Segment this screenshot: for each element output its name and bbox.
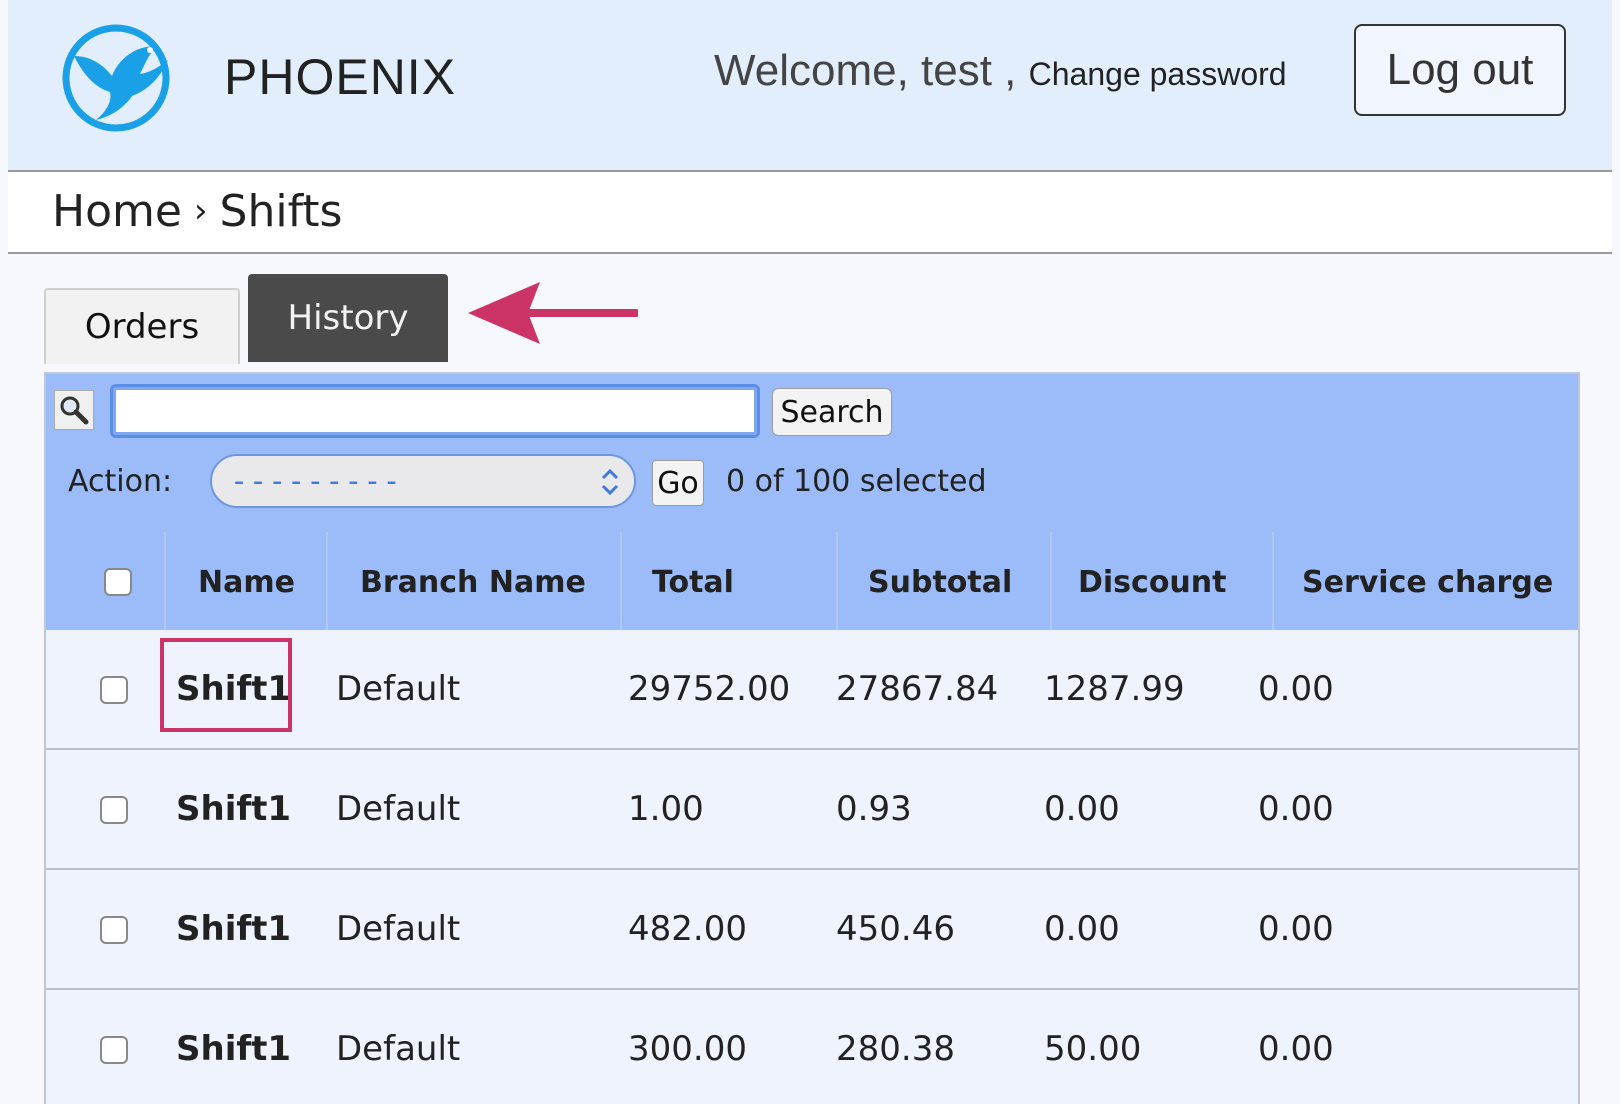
row-discount: 50.00 — [1044, 1029, 1142, 1069]
action-label: Action: — [68, 464, 173, 499]
annotation-arrow-icon — [468, 282, 638, 344]
welcome-separator: , — [991, 46, 1029, 95]
row-name-link[interactable]: Shift1 — [176, 750, 291, 868]
row-subtotal: 0.93 — [836, 789, 912, 829]
row-total: 482.00 — [628, 909, 747, 949]
row-discount: 0.00 — [1044, 789, 1120, 829]
row-total: 29752.00 — [628, 669, 791, 709]
select-updown-icon — [601, 468, 619, 496]
select-all-checkbox[interactable] — [104, 568, 132, 596]
toolbar: Search Action: --------- Go 0 of 100 sel… — [46, 374, 1578, 630]
row-name-link[interactable]: Shift1 — [176, 870, 291, 988]
column-header-total[interactable]: Total — [652, 542, 832, 622]
column-divider — [1272, 532, 1274, 630]
breadcrumb-current: Shifts — [219, 186, 343, 237]
breadcrumb-home-link[interactable]: Home — [52, 186, 182, 237]
row-checkbox[interactable] — [100, 916, 128, 944]
row-discount: 1287.99 — [1044, 669, 1185, 709]
row-subtotal: 450.46 — [836, 909, 955, 949]
tab-orders[interactable]: Orders — [44, 288, 240, 364]
brand-name: PHOENIX — [224, 49, 457, 105]
column-header-subtotal[interactable]: Subtotal — [868, 542, 1048, 622]
top-header: PHOENIX Welcome, test , Change password … — [8, 0, 1612, 172]
action-select-value: --------- — [230, 464, 402, 499]
table-row: Shift1 Default 29752.00 27867.84 1287.99… — [46, 630, 1578, 750]
row-service-charge: 0.00 — [1258, 909, 1334, 949]
action-select[interactable]: --------- — [210, 454, 636, 508]
magnifier-icon — [54, 390, 94, 430]
row-checkbox[interactable] — [100, 676, 128, 704]
phoenix-logo-icon — [62, 24, 170, 132]
row-discount: 0.00 — [1044, 909, 1120, 949]
column-header-name[interactable]: Name — [198, 542, 318, 622]
logout-button[interactable]: Log out — [1354, 24, 1566, 116]
search-input[interactable] — [110, 384, 760, 438]
breadcrumb-bar: Home › Shifts — [8, 172, 1612, 254]
column-divider — [836, 532, 838, 630]
row-checkbox[interactable] — [100, 1036, 128, 1064]
column-header-service-charge[interactable]: Service charge — [1302, 542, 1578, 622]
row-subtotal: 280.38 — [836, 1029, 955, 1069]
column-divider — [326, 532, 328, 630]
page: PHOENIX Welcome, test , Change password … — [0, 0, 1620, 1104]
search-button[interactable]: Search — [772, 388, 892, 436]
breadcrumb-separator: › — [193, 191, 208, 231]
tab-history[interactable]: History — [248, 274, 448, 362]
row-checkbox[interactable] — [100, 796, 128, 824]
go-button[interactable]: Go — [652, 460, 704, 506]
row-branch: Default — [336, 1029, 461, 1069]
table-row: Shift1 Default 482.00 450.46 0.00 0.00 — [46, 870, 1578, 990]
table-row: Shift1 Default 300.00 280.38 50.00 0.00 — [46, 990, 1578, 1104]
column-divider — [164, 532, 166, 630]
username: test — [921, 46, 992, 95]
column-divider — [620, 532, 622, 630]
row-subtotal: 27867.84 — [836, 669, 999, 709]
row-service-charge: 0.00 — [1258, 789, 1334, 829]
row-service-charge: 0.00 — [1258, 1029, 1334, 1069]
table-row: Shift1 Default 1.00 0.93 0.00 0.00 — [46, 750, 1578, 870]
breadcrumb: Home › Shifts — [52, 186, 342, 237]
row-service-charge: 0.00 — [1258, 669, 1334, 709]
row-total: 1.00 — [628, 789, 704, 829]
welcome-text: Welcome, test , Change password — [714, 46, 1287, 96]
selected-count: 0 of 100 selected — [726, 464, 987, 499]
row-total: 300.00 — [628, 1029, 747, 1069]
row-branch: Default — [336, 669, 461, 709]
column-divider — [1050, 532, 1052, 630]
column-header-branch-name[interactable]: Branch Name — [360, 542, 610, 622]
row-name-link[interactable]: Shift1 — [176, 990, 291, 1104]
row-branch: Default — [336, 909, 461, 949]
column-header-discount[interactable]: Discount — [1078, 542, 1268, 622]
row-name-link[interactable]: Shift1 — [176, 630, 291, 748]
change-password-link[interactable]: Change password — [1029, 56, 1287, 92]
changelist-panel: Search Action: --------- Go 0 of 100 sel… — [44, 372, 1580, 1104]
welcome-prefix: Welcome, — [714, 46, 922, 95]
row-branch: Default — [336, 789, 461, 829]
